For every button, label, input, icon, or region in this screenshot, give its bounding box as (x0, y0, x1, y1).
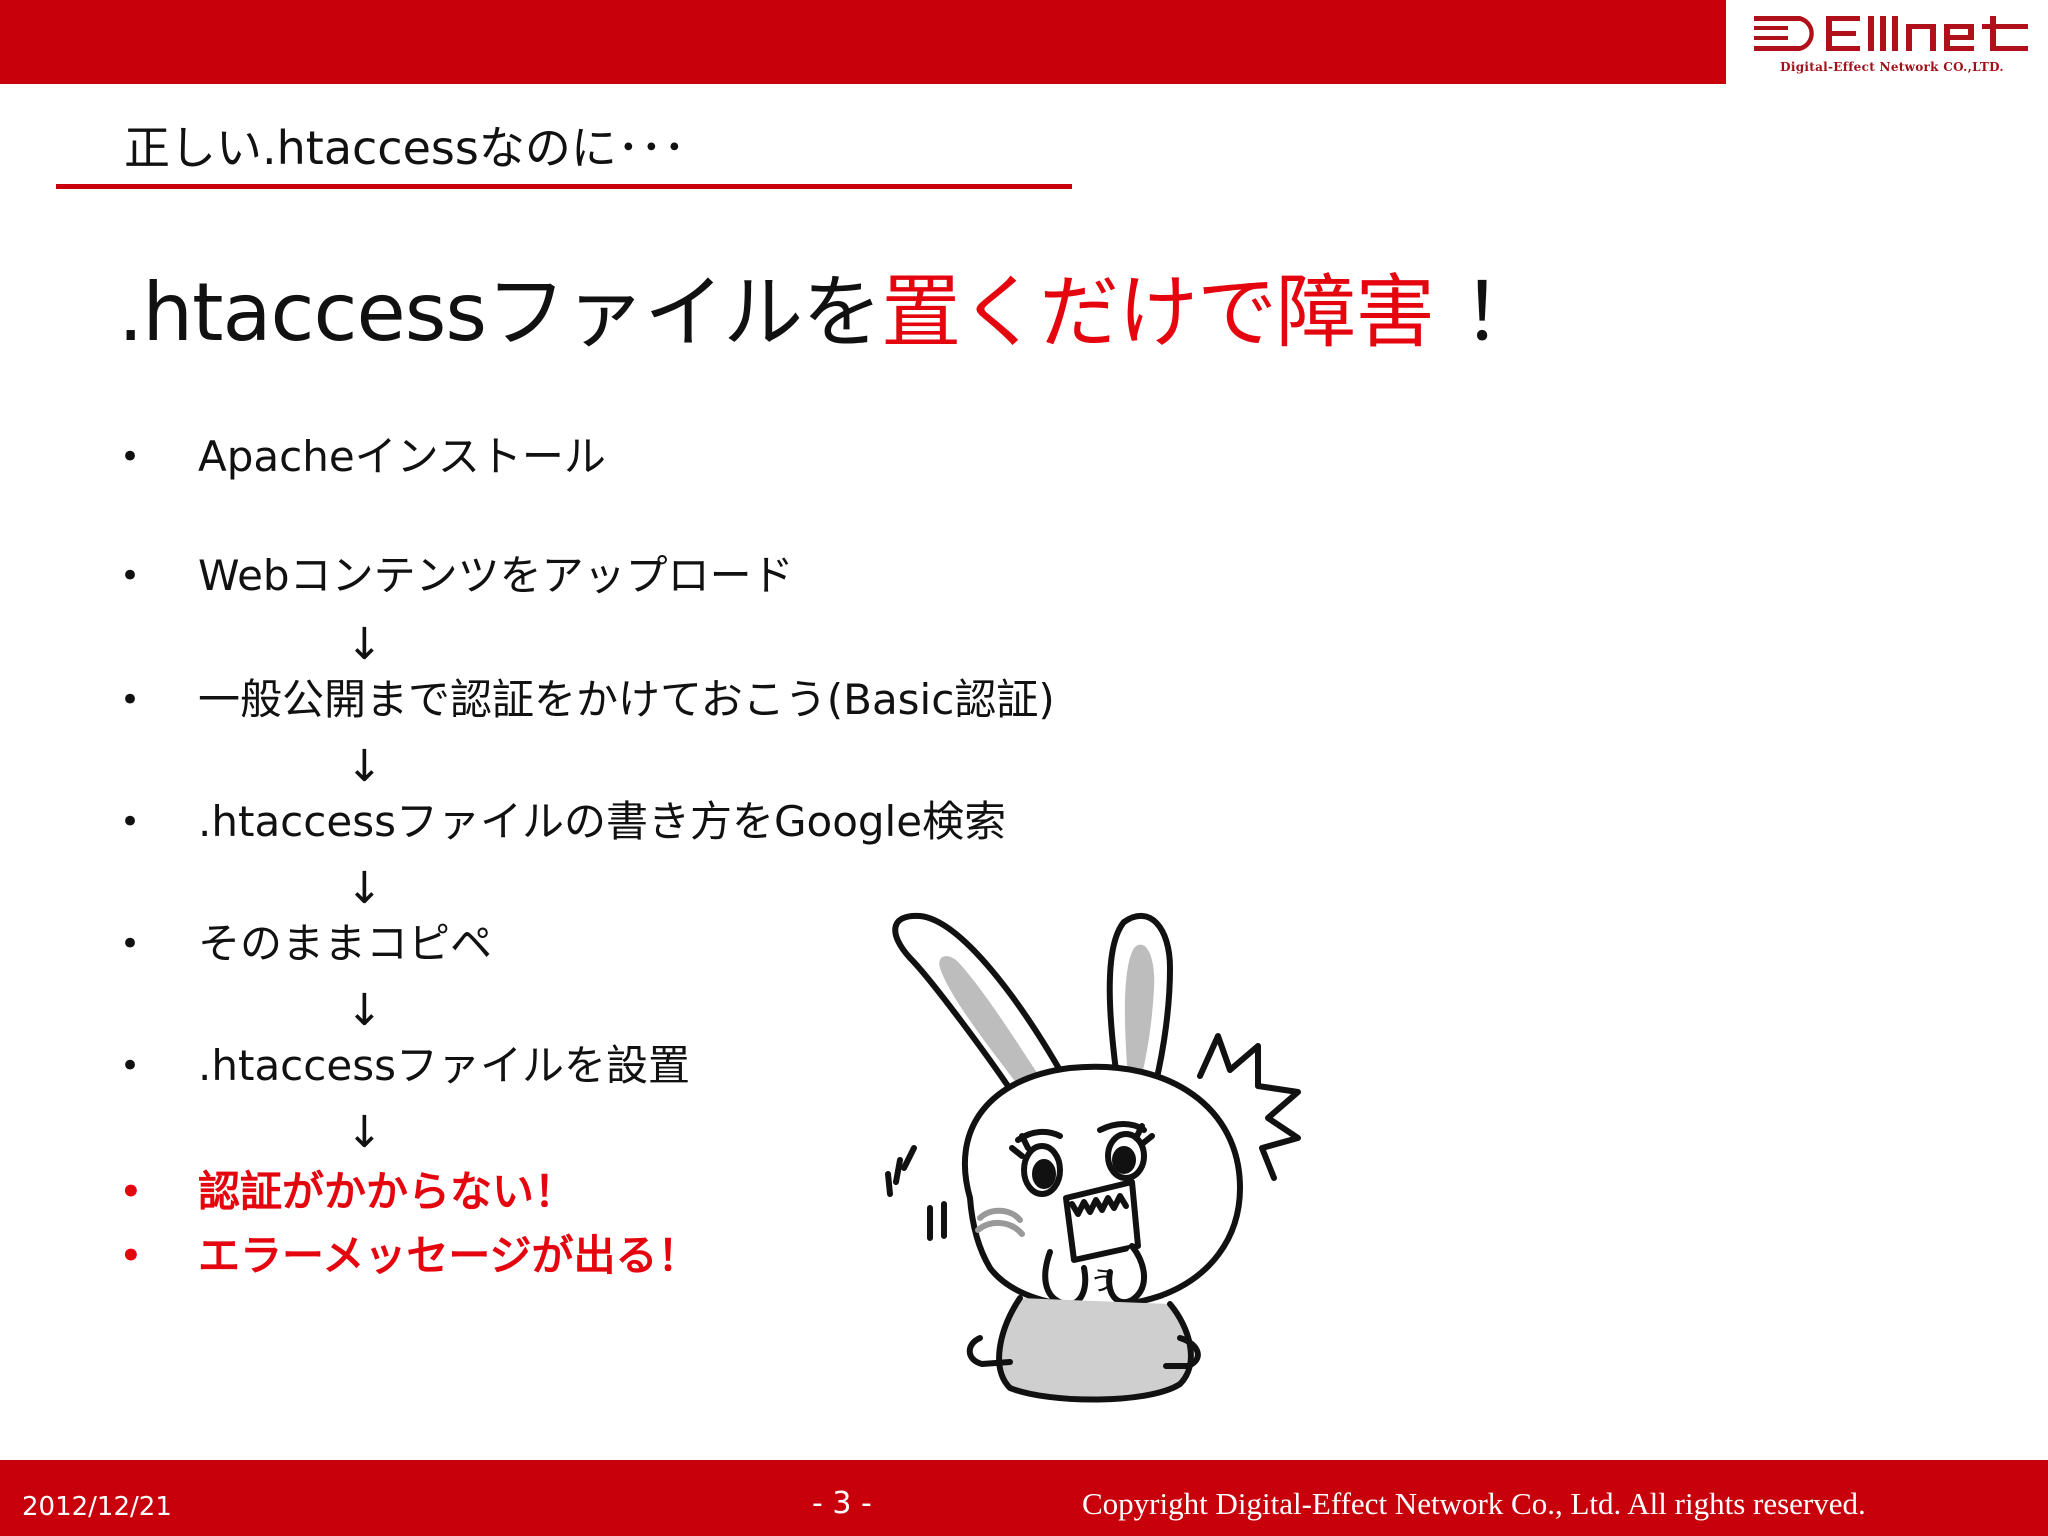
list-item-text: .htaccessファイルの書き方をGoogle検索 (198, 797, 1007, 846)
list-item-text: そのままコピペ (198, 919, 493, 968)
list-item-text: Apacheインストール (198, 432, 606, 481)
copyright-text: Copyright Digital-Effect Network Co., Lt… (1082, 1486, 1866, 1521)
bullet-icon: • (120, 1172, 142, 1212)
list-item-text: 認証がかからない！ (198, 1167, 577, 1216)
mouth-glyph: う (1090, 1267, 1116, 1297)
shocked-rabbit-illustration: う (885, 912, 1301, 1403)
list-item-text: 一般公開まで認証をかけておこう(Basic認証) (198, 675, 1055, 724)
page-number: - 3 - (812, 1486, 872, 1521)
bullet-icon: • (120, 1236, 142, 1276)
list-item-text: エラーメッセージが出る！ (198, 1231, 700, 1280)
bullet-icon: • (120, 802, 141, 842)
list-item-text: Webコンテンツをアップロード (198, 551, 794, 600)
company-logo: Digital-Effect Network CO.,LTD. (1742, 4, 2042, 84)
logo-caption: Digital-Effect Network CO.,LTD. (1780, 60, 2004, 74)
down-arrow-icon: ↓ (346, 741, 383, 792)
down-arrow-icon: ↓ (346, 985, 383, 1036)
bullet-icon: • (120, 1046, 141, 1086)
bullet-icon: • (120, 680, 141, 720)
footer-date: 2012/12/21 (22, 1492, 172, 1522)
bullet-icon: • (120, 556, 141, 596)
logo-wordmark (1754, 16, 2028, 51)
down-arrow-icon: ↓ (346, 619, 383, 670)
list-item-text: .htaccessファイルを設置 (198, 1041, 690, 1090)
down-arrow-icon: ↓ (346, 863, 383, 914)
bullet-icon: • (120, 924, 141, 964)
title-exclamation: ！ (1462, 266, 1542, 359)
bullet-icon: • (120, 437, 141, 477)
down-arrow-icon: ↓ (346, 1107, 383, 1158)
